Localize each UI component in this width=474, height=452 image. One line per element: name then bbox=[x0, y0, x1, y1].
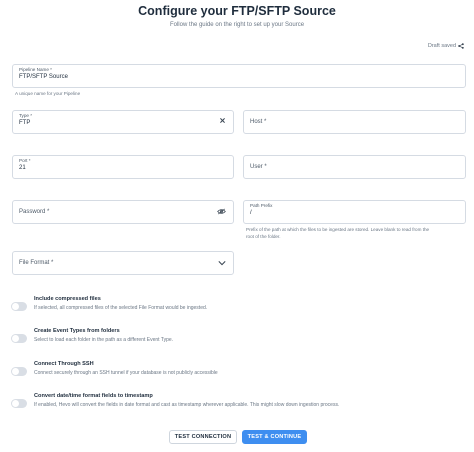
page-subtitle: Follow the guide on the right to set up … bbox=[169, 22, 305, 28]
port-label: Port * bbox=[19, 158, 31, 163]
path-prefix-hint: Prefix of the path at which the files to… bbox=[246, 226, 429, 240]
draft-status: Draft saved bbox=[428, 43, 464, 49]
pipeline-name-hint: A unique name for your Pipeline bbox=[15, 91, 81, 96]
type-select[interactable]: Type * FTP bbox=[12, 110, 234, 134]
type-label: Type * bbox=[19, 113, 33, 118]
eye-off-icon[interactable] bbox=[217, 208, 226, 217]
close-icon[interactable] bbox=[219, 117, 226, 126]
toggle-desc: Select to load each folder in the path a… bbox=[34, 337, 174, 343]
path-prefix-label: Path Prefix bbox=[250, 203, 273, 208]
pipeline-name-label: Pipeline Name * bbox=[19, 67, 52, 72]
file-format-select[interactable]: File Format * bbox=[12, 251, 234, 275]
path-prefix-value: / bbox=[250, 210, 252, 216]
type-value: FTP bbox=[19, 120, 31, 126]
port-field[interactable]: Port * 21 bbox=[12, 155, 234, 179]
test-connection-button[interactable]: TEST CONNECTION bbox=[169, 430, 237, 444]
toggle-desc: If selected, all compressed files of the… bbox=[34, 305, 208, 311]
toggle-desc: If enabled, Hevo will convert the fields… bbox=[34, 402, 340, 408]
password-placeholder: Password * bbox=[19, 209, 50, 215]
draft-label: Draft saved bbox=[427, 43, 456, 49]
password-field[interactable]: Password * bbox=[12, 200, 234, 224]
path-prefix-hint-line1: Prefix of the path at which the files to… bbox=[246, 227, 430, 232]
ssh-toggle[interactable] bbox=[11, 367, 27, 376]
toggle-row-compressed: Include compressed files If selected, al… bbox=[11, 296, 466, 316]
user-placeholder: User * bbox=[250, 164, 267, 170]
file-format-placeholder: File Format * bbox=[19, 260, 54, 266]
pipeline-name-field[interactable]: Pipeline Name * FTP/SFTP Source bbox=[12, 64, 466, 88]
host-field[interactable]: Host * bbox=[243, 110, 466, 134]
share-icon[interactable] bbox=[458, 43, 464, 49]
toggle-row-event-types: Create Event Types from folders Select t… bbox=[11, 328, 466, 348]
path-prefix-hint-line2: root of the folder. bbox=[246, 234, 281, 239]
pipeline-name-value: FTP/SFTP Source bbox=[19, 74, 68, 80]
toggle-desc: Connect securely through an SSH tunnel i… bbox=[34, 370, 218, 376]
test-continue-button[interactable]: TEST & CONTINUE bbox=[242, 430, 307, 444]
toggle-title: Connect Through SSH bbox=[34, 361, 94, 367]
toggle-row-timestamp: Convert date/time format fields to times… bbox=[11, 393, 466, 413]
page-title: Configure your FTP/SFTP Source bbox=[138, 4, 336, 18]
user-field[interactable]: User * bbox=[243, 155, 466, 179]
timestamp-toggle[interactable] bbox=[11, 399, 27, 408]
event-types-toggle[interactable] bbox=[11, 334, 27, 343]
chevron-down-icon[interactable] bbox=[218, 259, 226, 268]
compressed-files-toggle[interactable] bbox=[11, 302, 27, 311]
toggle-title: Include compressed files bbox=[34, 296, 101, 302]
host-placeholder: Host * bbox=[250, 119, 267, 125]
path-prefix-field[interactable]: Path Prefix / bbox=[243, 200, 466, 224]
port-value: 21 bbox=[19, 165, 26, 171]
toggle-title: Create Event Types from folders bbox=[34, 328, 120, 334]
toggle-title: Convert date/time format fields to times… bbox=[34, 393, 153, 399]
toggle-row-ssh: Connect Through SSH Connect securely thr… bbox=[11, 361, 466, 381]
